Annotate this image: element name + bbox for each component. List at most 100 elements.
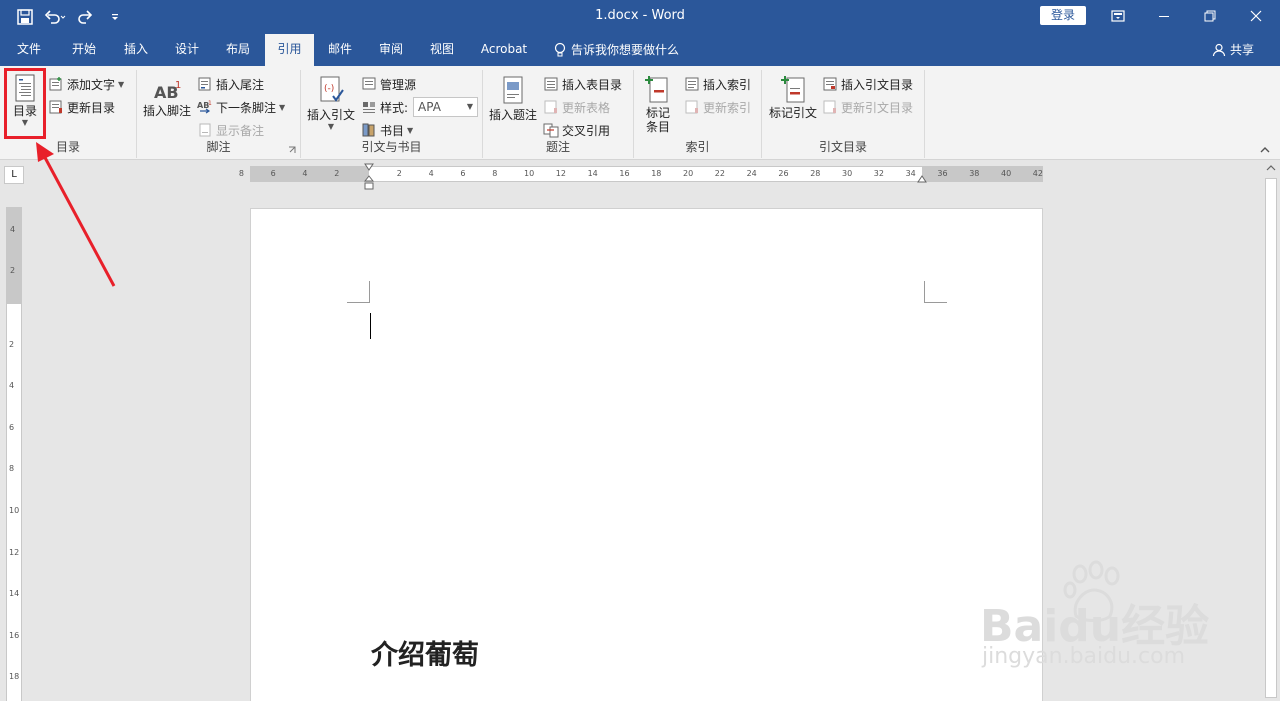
tell-me-search[interactable]: 告诉我你想要做什么 — [553, 34, 679, 66]
dialog-launcher-icon[interactable] — [288, 146, 296, 154]
group-captions: 插入题注 插入表目录 更新表格 交叉引用 题注 — [483, 70, 634, 158]
update-toc-button[interactable]: 更新目录 — [48, 98, 115, 116]
add-text-label: 添加文字 — [67, 77, 116, 92]
share-label: 共享 — [1230, 43, 1255, 57]
tab-review[interactable]: 审阅 — [367, 34, 415, 66]
ruler-top-margin — [7, 207, 21, 304]
cross-reference-icon — [543, 122, 559, 138]
insert-endnote-label: 插入尾注 — [216, 77, 265, 92]
tab-mailings[interactable]: 邮件 — [316, 34, 364, 66]
ruler-tick-label: 2 — [396, 169, 402, 178]
update-table-button[interactable]: 更新表格 — [543, 98, 610, 116]
document-heading[interactable]: 介绍葡萄 — [371, 633, 479, 672]
ruler-tick-label: 4 — [302, 169, 308, 178]
first-line-indent-icon[interactable] — [364, 163, 374, 171]
hanging-indent-icon[interactable] — [364, 175, 374, 191]
share-button[interactable]: 共享 — [1212, 34, 1254, 66]
tell-me-label: 告诉我你想要做什么 — [571, 43, 680, 57]
cross-reference-label: 交叉引用 — [562, 123, 611, 138]
ruler-left-margin — [250, 167, 369, 181]
tab-home[interactable]: 开始 — [60, 34, 108, 66]
cross-reference-button[interactable]: 交叉引用 — [543, 121, 610, 139]
next-footnote-label: 下一条脚注 — [216, 100, 277, 115]
insert-toa-button[interactable]: 插入引文目录 — [822, 75, 913, 93]
insert-citation-button[interactable]: (-) 插入引文 ▼ — [305, 76, 357, 131]
ruler-tick-label: 28 — [810, 169, 821, 178]
update-index-label: 更新索引 — [703, 100, 752, 115]
insert-toa-label: 插入引文目录 — [841, 77, 914, 92]
ruler-tick-label: 10 — [524, 169, 535, 178]
tab-selector[interactable]: L — [4, 166, 24, 184]
insert-table-of-figures-button[interactable]: 插入表目录 — [543, 75, 622, 93]
crop-mark — [924, 281, 947, 303]
update-toa-button[interactable]: 更新引文目录 — [822, 98, 913, 116]
show-notes-button[interactable]: 显示备注 — [197, 121, 264, 139]
style-dropdown[interactable]: APA ▼ — [413, 97, 479, 117]
ruler-tick-label: 34 — [905, 169, 916, 178]
horizontal-ruler[interactable]: 8 6 4 2 2 4 6 8 10 12 14 16 18 20 22 24 26 28 30 32 34 36 38 40… — [239, 163, 1043, 190]
style-value: APA — [418, 100, 441, 114]
ruler-tick-label: 16 — [619, 169, 630, 178]
right-indent-icon[interactable] — [917, 175, 927, 183]
ruler-tick-label: 20 — [683, 169, 694, 178]
insert-footnote-label: 插入脚注 — [142, 104, 191, 118]
group-citations: (-) 插入引文 ▼ 管理源 样式: APA ▼ 书目 ▼ 引文与书目 — [301, 70, 483, 158]
style-icon — [361, 99, 377, 115]
insert-index-icon — [684, 76, 700, 92]
tab-file[interactable]: 文件 — [5, 34, 53, 66]
ruler-tick-label: 14 — [9, 589, 20, 599]
insert-index-button[interactable]: 插入索引 — [684, 75, 751, 93]
ruler-tick-label: 8 — [492, 169, 498, 178]
insert-caption-button[interactable]: 插入题注 — [487, 76, 539, 122]
ruler-tick-label: 30 — [842, 169, 853, 178]
ruler-tick-label: 16 — [9, 630, 20, 640]
insert-footnote-button[interactable]: AB 1 插入脚注 — [141, 78, 193, 118]
mark-entry-icon — [645, 74, 671, 104]
update-index-button[interactable]: 更新索引 — [684, 98, 751, 116]
minimize-icon[interactable] — [1141, 0, 1187, 32]
add-text-icon — [48, 76, 64, 92]
ruler-tick-label: 18 — [651, 169, 662, 178]
svg-text:(-): (-) — [324, 84, 334, 94]
ribbon-display-options-icon[interactable] — [1095, 0, 1141, 32]
bibliography-button[interactable]: 书目 ▼ — [361, 121, 413, 139]
tab-layout[interactable]: 布局 — [214, 34, 262, 66]
tab-insert[interactable]: 插入 — [112, 34, 160, 66]
ruler-tick-label: 2 — [10, 266, 16, 276]
mark-entry-button[interactable]: 标记 条目 — [640, 74, 676, 134]
group-authorities: 标记引文 插入引文目录 更新引文目录 引文目录 — [762, 70, 925, 158]
scrollbar-thumb[interactable] — [1265, 178, 1277, 698]
ruler-tick-label: 42 — [1032, 169, 1043, 178]
manage-sources-label: 管理源 — [380, 77, 417, 92]
bibliography-icon — [361, 122, 377, 138]
next-footnote-button[interactable]: AB 1 下一条脚注 ▼ — [197, 98, 285, 116]
document-page[interactable]: 介绍葡萄 — [250, 208, 1043, 701]
vertical-ruler[interactable]: 4 2 2 4 6 8 10 12 14 16 18 — [6, 207, 22, 701]
chevron-down-icon: ▼ — [407, 125, 414, 135]
close-icon[interactable] — [1233, 0, 1279, 32]
ruler-tick-label: 4 — [9, 381, 15, 391]
tab-acrobat[interactable]: Acrobat — [474, 34, 534, 66]
tab-references[interactable]: 引用 — [265, 34, 314, 66]
login-button[interactable]: 登录 — [1040, 6, 1086, 25]
restore-icon[interactable] — [1187, 0, 1233, 32]
ruler-tick-label: 8 — [9, 464, 15, 474]
scroll-up-icon[interactable] — [1266, 164, 1276, 172]
vertical-scrollbar[interactable] — [1262, 160, 1280, 701]
insert-endnote-button[interactable]: 插入尾注 — [197, 75, 264, 93]
group-index: 标记 条目 插入索引 更新索引 索引 — [634, 70, 762, 158]
collapse-ribbon-icon[interactable] — [1260, 146, 1270, 154]
add-text-button[interactable]: 添加文字 ▼ — [48, 75, 124, 93]
ruler-tick-label: 26 — [778, 169, 789, 178]
tab-view[interactable]: 视图 — [418, 34, 466, 66]
manage-sources-button[interactable]: 管理源 — [361, 75, 416, 93]
tab-design[interactable]: 设计 — [163, 34, 211, 66]
next-footnote-icon: AB 1 — [197, 99, 213, 115]
update-index-icon — [684, 99, 700, 115]
group-label-index: 索引 — [685, 140, 710, 154]
svg-text:1: 1 — [175, 80, 181, 91]
mark-citation-button[interactable]: 标记引文 — [766, 74, 820, 120]
ruler-tick-label: 24 — [746, 169, 757, 178]
ruler-tick-label: 4 — [428, 169, 434, 178]
ruler-tick-label: 14 — [587, 169, 598, 178]
